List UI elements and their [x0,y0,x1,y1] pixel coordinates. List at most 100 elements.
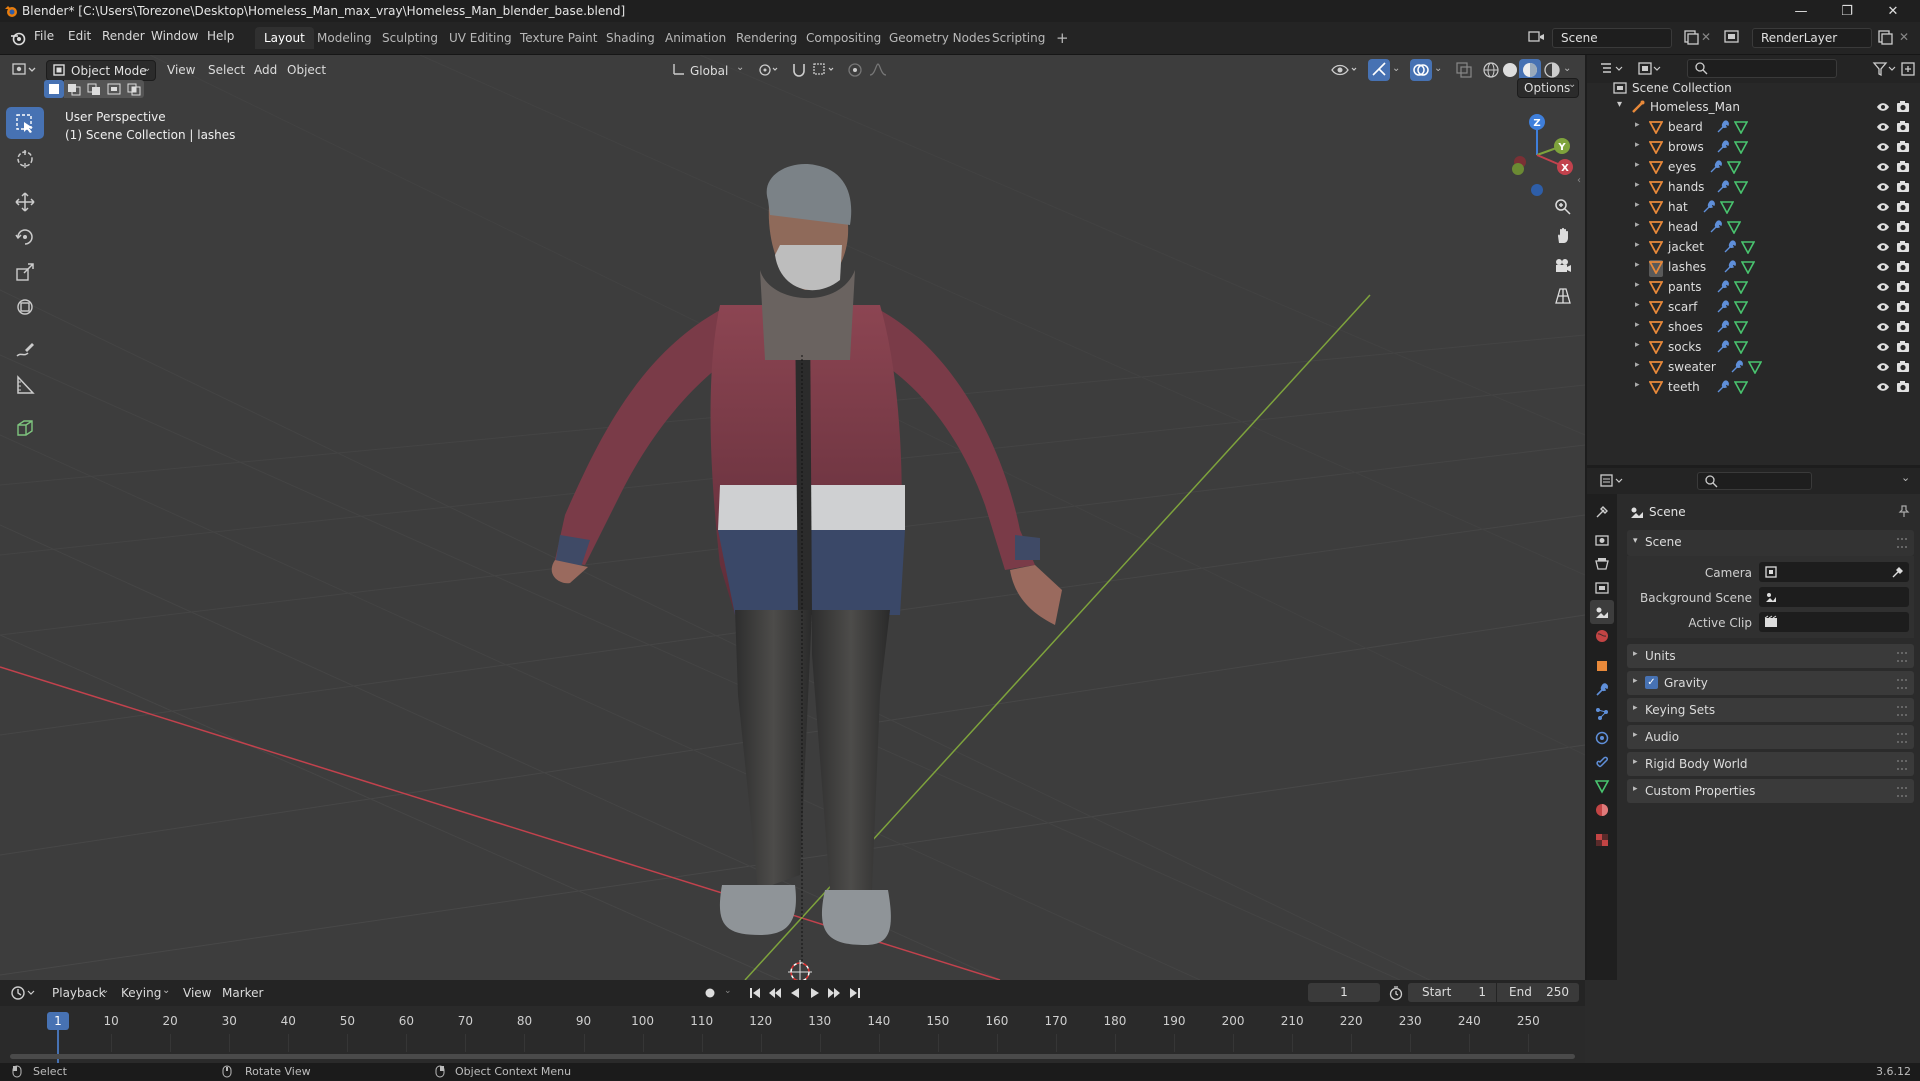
pivot-point-icon[interactable] [756,61,780,82]
modifier-wrench-icon[interactable] [1716,280,1730,297]
outliner-item-hat[interactable]: ▸ hat [1587,197,1920,217]
tab-world[interactable] [1590,624,1614,648]
gravity-checkbox[interactable]: ✓ [1645,676,1658,689]
tab-layout[interactable]: Layout [255,27,314,49]
modifier-wrench-icon[interactable] [1716,180,1730,197]
tab-modeling[interactable]: Modeling [308,27,381,49]
select-subtract-icon[interactable] [84,80,104,98]
select-invert-icon[interactable] [104,80,124,98]
mesh-data-icon[interactable] [1733,300,1749,317]
render-camera-icon[interactable] [1896,200,1910,217]
outliner-scene-collection[interactable]: Scene Collection [1587,78,1920,98]
render-camera-icon[interactable] [1896,300,1910,317]
add-cube-tool[interactable] [6,412,44,444]
mesh-data-icon[interactable] [1726,160,1742,177]
mesh-data-icon[interactable] [1733,320,1749,337]
chevron-down-icon[interactable]: ⌄ [1563,63,1571,74]
timeline-scrollbar[interactable] [10,1054,1575,1059]
mesh-data-icon[interactable] [1740,260,1756,277]
visibility-eye-icon[interactable] [1876,280,1890,297]
playhead-frame-label[interactable]: 1 [47,1012,69,1030]
eyedropper-icon[interactable] [1891,565,1905,582]
proportional-editing-icon[interactable] [846,61,864,82]
falloff-icon[interactable] [868,61,888,82]
outliner-item-lashes[interactable]: ▸ lashes [1587,257,1920,277]
mesh-data-icon[interactable] [1733,380,1749,397]
mesh-data-icon[interactable] [1733,280,1749,297]
sidebar-toggle-icon[interactable]: ‹ [1577,175,1581,186]
expand-arrow-icon[interactable]: ▾ [1617,99,1622,110]
mesh-data-icon[interactable] [1726,220,1742,237]
overlays-toggle-button[interactable] [1410,59,1432,81]
expand-arrow-icon[interactable]: ▸ [1635,140,1640,150]
render-camera-icon[interactable] [1896,360,1910,377]
render-camera-icon[interactable] [1896,320,1910,337]
expand-arrow-icon[interactable]: ▸ [1635,160,1640,170]
panel-keying-sets[interactable]: ▸ Keying Sets [1627,698,1914,722]
active-clip-field[interactable] [1759,612,1909,632]
expand-arrow-icon[interactable]: ▸ [1635,360,1640,370]
tab-render[interactable] [1590,528,1614,552]
3d-cursor[interactable] [788,960,812,980]
modifier-wrench-icon[interactable] [1716,340,1730,357]
modifier-wrench-icon[interactable] [1716,300,1730,317]
modifier-wrench-icon[interactable] [1730,360,1744,377]
outliner-item-eyes[interactable]: ▸ eyes [1587,157,1920,177]
render-camera-icon[interactable] [1896,160,1910,177]
outliner-item-head[interactable]: ▸ head [1587,217,1920,237]
visibility-eye-icon[interactable] [1876,240,1890,257]
toggle-ortho-button[interactable] [1549,282,1577,310]
select-extend-icon[interactable] [64,80,84,98]
expand-arrow-icon[interactable]: ▸ [1635,340,1640,350]
scene-panel-header[interactable]: ▾ Scene [1627,530,1914,556]
render-camera-icon[interactable] [1896,120,1910,137]
tab-compositing[interactable]: Compositing [797,27,890,49]
modifier-wrench-icon[interactable] [1716,380,1730,397]
expand-arrow-icon[interactable]: ▸ [1635,180,1640,190]
menu-render[interactable]: Render [102,29,145,43]
camera-field[interactable] [1759,562,1909,582]
outliner-item-shoes[interactable]: ▸ shoes [1587,317,1920,337]
move-tool[interactable] [6,186,44,218]
outliner-object-homeless-man[interactable]: ▾ Homeless_Man [1587,97,1920,117]
visibility-eye-icon[interactable] [1876,220,1890,237]
annotate-tool[interactable] [6,334,44,366]
tab-output[interactable] [1590,552,1614,576]
outliner-item-teeth[interactable]: ▸ teeth [1587,377,1920,397]
new-scene-icon[interactable] [1682,28,1702,48]
visibility-eye-icon[interactable] [1876,160,1890,177]
view-layer-selector[interactable]: RenderLayer [1752,28,1872,48]
tab-data[interactable] [1590,774,1614,798]
tab-constraints[interactable] [1590,750,1614,774]
tab-shading[interactable]: Shading [597,27,664,49]
view-layer-icon[interactable] [1723,28,1745,48]
expand-arrow-icon[interactable]: ▸ [1635,320,1640,330]
tab-tool[interactable] [1590,500,1614,524]
mesh-data-icon[interactable] [1733,340,1749,357]
scale-tool[interactable] [6,256,44,288]
tab-geometry-nodes[interactable]: Geometry Nodes [880,27,999,49]
camera-view-button[interactable] [1549,252,1577,280]
expand-arrow-icon[interactable]: ▸ [1635,380,1640,390]
snap-toggle-icon[interactable] [790,61,808,82]
outliner-item-brows[interactable]: ▸ brows [1587,137,1920,157]
menu-help[interactable]: Help [207,29,234,43]
tab-texture[interactable] [1590,828,1614,852]
drag-handle-icon[interactable] [1897,706,1907,716]
modifier-wrench-icon[interactable] [1702,200,1716,217]
modifier-wrench-icon[interactable] [1716,320,1730,337]
new-view-layer-icon[interactable] [1876,28,1896,48]
tab-particles[interactable] [1590,702,1614,726]
outliner-item-scarf[interactable]: ▸ scarf [1587,297,1920,317]
tab-scripting[interactable]: Scripting [983,27,1054,49]
visibility-eye-icon[interactable] [1876,260,1890,277]
xray-toggle-icon[interactable] [1455,61,1473,82]
visibility-eye-icon[interactable] [1876,340,1890,357]
editor-type-icon[interactable] [12,61,38,82]
tab-animation[interactable]: Animation [656,27,735,49]
select-intersect-icon[interactable] [124,80,144,98]
options-dropdown[interactable]: Options ⌄ [1517,78,1579,98]
drag-handle-icon[interactable] [1897,652,1907,662]
snap-target-icon[interactable] [812,61,838,82]
chevron-down-icon[interactable]: ⌄ [1434,63,1442,74]
